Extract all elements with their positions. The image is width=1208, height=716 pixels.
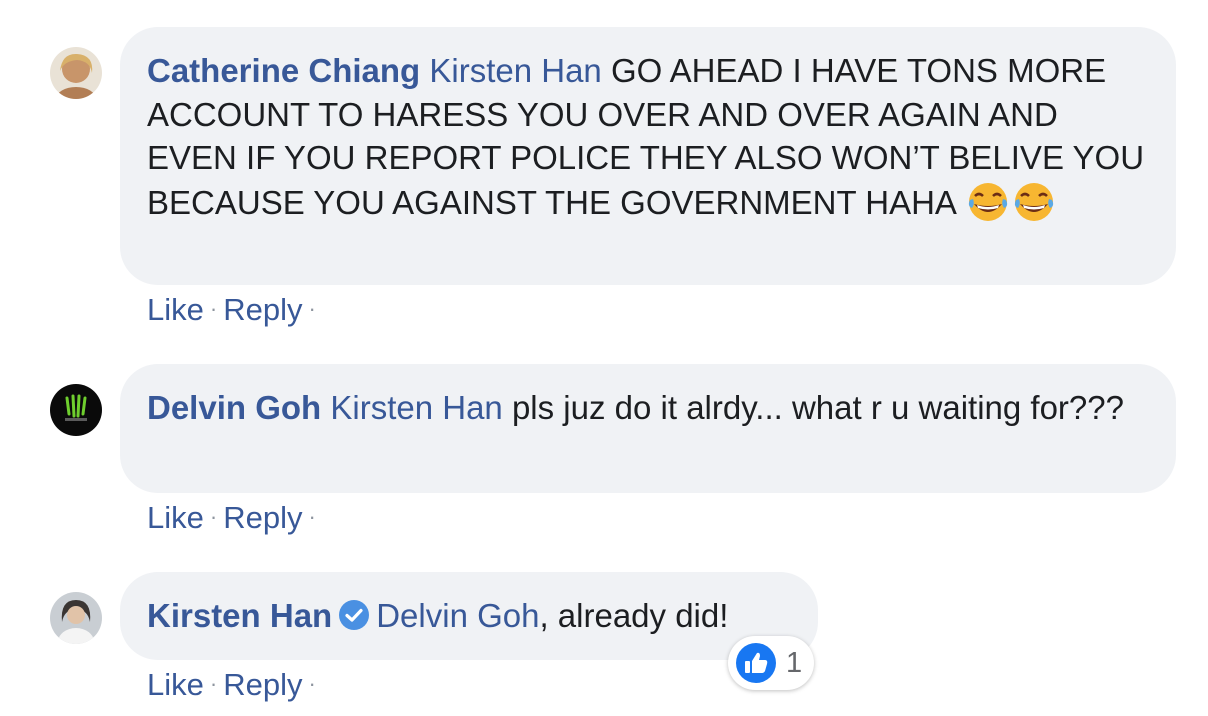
- comment-mention[interactable]: Kirsten Han: [330, 389, 502, 426]
- reply-link[interactable]: Reply: [223, 500, 302, 535]
- separator-dot: ·: [308, 296, 316, 321]
- comment-bubble: Kirsten Han Delvin Goh, already did!: [120, 572, 818, 660]
- comment-mention[interactable]: Delvin Goh: [376, 597, 539, 634]
- comment-actions: Like · Reply ·: [147, 667, 322, 703]
- reply-link[interactable]: Reply: [223, 667, 302, 702]
- comment-author[interactable]: Delvin Goh: [147, 389, 321, 426]
- verified-badge-icon: [339, 600, 370, 630]
- reply-link[interactable]: Reply: [223, 292, 302, 327]
- like-reaction-icon: [736, 643, 776, 683]
- comment-mention[interactable]: Kirsten Han: [429, 52, 601, 89]
- comment-author[interactable]: Catherine Chiang: [147, 52, 420, 89]
- avatar-kirsten-han[interactable]: [50, 592, 102, 644]
- reaction-count: 1: [786, 647, 803, 679]
- face-with-tears-of-joy-icon: [969, 182, 1008, 221]
- comment-actions: Like · Reply ·: [147, 292, 322, 328]
- separator-dot: ·: [209, 296, 218, 321]
- separator-dot: ·: [308, 504, 316, 529]
- separator-dot: ·: [209, 504, 218, 529]
- like-link[interactable]: Like: [147, 500, 204, 535]
- monster-logo-icon: [50, 384, 102, 436]
- comment-actions: Like · Reply ·: [147, 500, 322, 536]
- comment-text: pls juz do it alrdy... what r u waiting …: [502, 389, 1124, 426]
- separator-dot: ·: [209, 671, 218, 696]
- comment-text: , already did!: [539, 597, 729, 634]
- like-link[interactable]: Like: [147, 292, 204, 327]
- comment-bubble: Delvin Goh Kirsten Han pls juz do it alr…: [120, 364, 1176, 493]
- profile-photo-icon: [50, 47, 102, 99]
- face-with-tears-of-joy-icon: [1015, 182, 1054, 221]
- reaction-summary[interactable]: 1: [728, 636, 814, 690]
- separator-dot: ·: [308, 671, 316, 696]
- like-link[interactable]: Like: [147, 667, 204, 702]
- comment-author[interactable]: Kirsten Han: [147, 597, 332, 634]
- comment-bubble: Catherine Chiang Kirsten Han GO AHEAD I …: [120, 27, 1176, 285]
- avatar-catherine-chiang[interactable]: [50, 47, 102, 99]
- avatar-delvin-goh[interactable]: [50, 384, 102, 436]
- profile-photo-icon: [50, 592, 102, 644]
